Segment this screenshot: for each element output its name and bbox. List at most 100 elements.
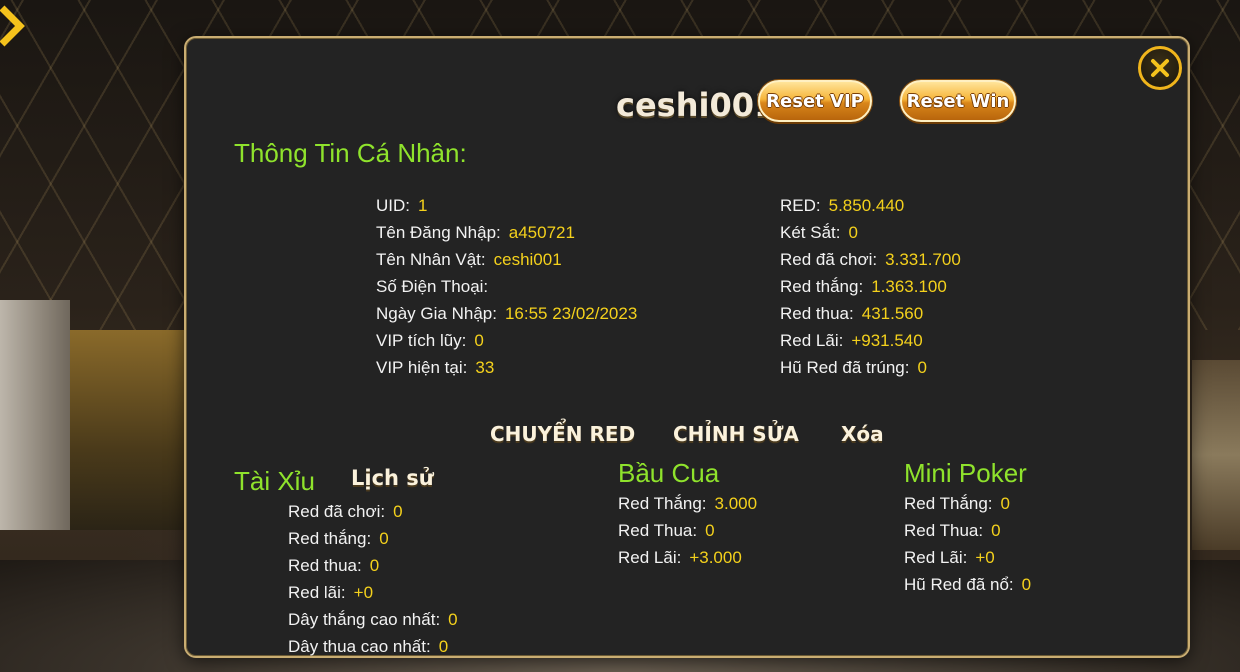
info-row-join-date: Ngày Gia Nhập: 16:55 23/02/2023 xyxy=(376,300,637,327)
row-label: Dây thắng cao nhất: xyxy=(288,610,441,629)
row-label: UID: xyxy=(376,196,410,215)
row-value: +0 xyxy=(975,548,995,567)
row-label: Red thắng: xyxy=(780,277,864,296)
stat-row: Hũ Red đã nổ: 0 xyxy=(904,571,1031,598)
row-value: 1 xyxy=(418,196,428,215)
row-label: Red đã chơi: xyxy=(780,250,878,269)
row-value: 0 xyxy=(1021,575,1032,594)
row-label: Red thua: xyxy=(288,556,362,575)
stat-row: Red thua: 0 xyxy=(288,552,458,579)
row-value: 0 xyxy=(438,637,449,656)
row-value: 1.363.100 xyxy=(871,277,947,296)
info-row-phone: Số Điện Thoại: xyxy=(376,273,637,300)
row-value: 0 xyxy=(705,521,715,540)
row-label: Red thua: xyxy=(780,304,854,323)
baucua-title: Bầu Cua xyxy=(618,458,720,488)
row-label: Red Thua: xyxy=(904,521,984,540)
row-value: 0 xyxy=(393,502,403,521)
row-value: 431.560 xyxy=(861,304,924,323)
row-value: ceshi001 xyxy=(493,250,562,269)
row-label: Red thắng: xyxy=(288,529,372,548)
stat-row: Dây thua cao nhất: 0 xyxy=(288,633,458,656)
row-value: +931.540 xyxy=(851,331,923,350)
close-button[interactable] xyxy=(1138,46,1182,90)
history-link[interactable]: Lịch sử xyxy=(351,466,434,490)
row-value: 33 xyxy=(475,358,495,377)
stat-row: Dây thắng cao nhất: 0 xyxy=(288,606,458,633)
close-x-icon xyxy=(1151,59,1169,77)
profile-left-list: UID: 1 Tên Đăng Nhập: a450721 Tên Nhân Vật… xyxy=(376,192,637,381)
info-row-vip-current: VIP hiện tại: 33 xyxy=(376,354,637,381)
background-room xyxy=(1192,360,1240,550)
info-row-red-balance: RED: 5.850.440 xyxy=(780,192,961,219)
row-label: Red Thắng: xyxy=(618,494,707,513)
info-row-red-won: Red thắng: 1.363.100 xyxy=(780,273,961,300)
row-label: Dây thua cao nhất: xyxy=(288,637,431,656)
info-row-login-name: Tên Đăng Nhập: a450721 xyxy=(376,219,637,246)
stat-row: Red Thắng: 3.000 xyxy=(618,490,757,517)
stat-row: Red Lãi: +3.000 xyxy=(618,544,757,571)
row-label: Hũ Red đã trúng: xyxy=(780,358,910,377)
personal-info-title: Thông Tin Cá Nhân: xyxy=(234,138,467,168)
row-label: VIP hiện tại: xyxy=(376,358,468,377)
reset-vip-button[interactable]: Reset VIP xyxy=(758,80,872,122)
info-row-red-lost: Red thua: 431.560 xyxy=(780,300,961,327)
row-value: 0 xyxy=(991,521,1001,540)
stat-row: Red Thắng: 0 xyxy=(904,490,1031,517)
taixiu-title: Tài Xỉu xyxy=(234,466,315,496)
row-label: Ngày Gia Nhập: xyxy=(376,304,497,323)
row-value: 0 xyxy=(848,223,858,242)
taixiu-stats-list: Red đã chơi: 0 Red thắng: 0 Red thua: 0 Red… xyxy=(288,498,458,656)
row-label: VIP tích lũy: xyxy=(376,331,467,350)
stat-row: Red lãi: +0 xyxy=(288,579,458,606)
row-label: RED: xyxy=(780,196,821,215)
stat-row: Red Thua: 0 xyxy=(618,517,757,544)
row-value: 0 xyxy=(448,610,458,629)
row-value: 0 xyxy=(1000,494,1010,513)
background-lights xyxy=(70,330,185,530)
profile-right-list: RED: 5.850.440 Két Sắt: 0 Red đã chơi: 3.33… xyxy=(780,192,961,381)
row-label: Hũ Red đã nổ: xyxy=(904,575,1014,594)
stat-row: Red đã chơi: 0 xyxy=(288,498,458,525)
row-label: Tên Nhân Vật: xyxy=(376,250,486,269)
row-value: +0 xyxy=(353,583,374,602)
stat-row: Red Lãi: +0 xyxy=(904,544,1031,571)
row-value: 3.000 xyxy=(714,494,758,513)
row-label: Red Lãi: xyxy=(904,548,968,567)
row-value: 0 xyxy=(474,331,484,350)
background-pillar xyxy=(0,300,70,530)
row-label: Số Điện Thoại: xyxy=(376,277,489,296)
transfer-red-button[interactable]: CHUYỂN RED xyxy=(490,422,635,446)
info-row-red-profit: Red Lãi: +931.540 xyxy=(780,327,961,354)
info-row-safe: Két Sắt: 0 xyxy=(780,219,961,246)
minipoker-title: Mini Poker xyxy=(904,458,1027,488)
chevron-right-icon[interactable] xyxy=(0,2,28,50)
delete-button[interactable]: Xóa xyxy=(841,422,884,446)
row-label: Red Thua: xyxy=(618,521,698,540)
row-label: Tên Đăng Nhập: xyxy=(376,223,501,242)
row-label: Red lãi: xyxy=(288,583,346,602)
info-row-jackpot-won: Hũ Red đã trúng: 0 xyxy=(780,354,961,381)
row-label: Red Lãi: xyxy=(780,331,844,350)
row-value: 5.850.440 xyxy=(828,196,905,215)
row-label: Red Lãi: xyxy=(618,548,682,567)
row-value: 16:55 23/02/2023 xyxy=(504,304,638,323)
row-value: 0 xyxy=(369,556,380,575)
row-label: Red Thắng: xyxy=(904,494,993,513)
row-value: +3.000 xyxy=(689,548,742,567)
row-value: a450721 xyxy=(508,223,575,242)
baucua-stats-list: Red Thắng: 3.000 Red Thua: 0 Red Lãi: +3.00… xyxy=(618,490,757,571)
minipoker-stats-list: Red Thắng: 0 Red Thua: 0 Red Lãi: +0 Hũ Red… xyxy=(904,490,1031,598)
edit-button[interactable]: CHỈNH SỬA xyxy=(673,422,799,446)
row-value: 0 xyxy=(379,529,389,548)
info-row-vip-accumulated: VIP tích lũy: 0 xyxy=(376,327,637,354)
reset-win-button[interactable]: Reset Win xyxy=(900,80,1016,122)
row-value: 3.331.700 xyxy=(885,250,961,269)
row-label: Két Sắt: xyxy=(780,223,841,242)
stat-row: Red Thua: 0 xyxy=(904,517,1031,544)
info-row-uid: UID: 1 xyxy=(376,192,637,219)
info-row-character-name: Tên Nhân Vật: ceshi001 xyxy=(376,246,637,273)
info-row-red-played: Red đã chơi: 3.331.700 xyxy=(780,246,961,273)
row-value: 0 xyxy=(917,358,927,377)
user-info-dialog: ceshi001 Reset VIP Reset Win Thông Tin C… xyxy=(184,36,1190,658)
